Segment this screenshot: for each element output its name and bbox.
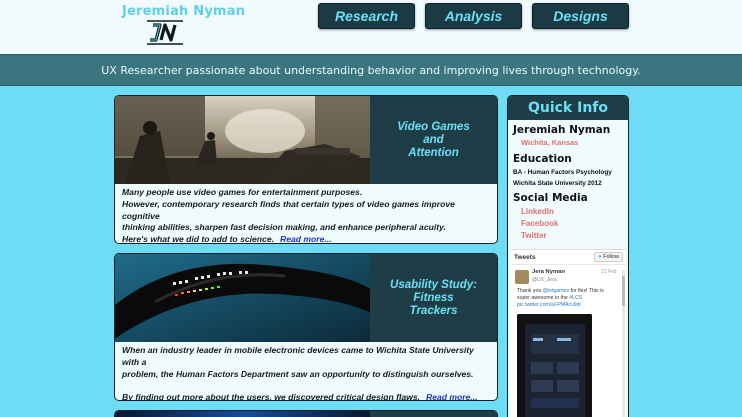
tagline-bar: UX Researcher passionate about understan… [0,54,742,86]
site-header: Jeremiah Nyman Research Analysis Designs [0,0,742,54]
tagline: UX Researcher passionate about understan… [101,63,641,77]
twitter-bird-icon: ● [598,254,602,260]
nav-research-button[interactable]: Research [318,3,415,29]
card-text-line: Here's what we did to add to science. Rea… [122,234,491,244]
linkedin-link[interactable]: LinkedIn [508,207,628,216]
project-card-video-games: Video Games and Attention Many people us… [114,95,498,244]
nav-designs-button[interactable]: Designs [532,3,629,29]
fitness-tracker-image[interactable] [115,254,370,342]
education-heading: Education [513,153,572,165]
quick-info-header: Quick Info [508,96,628,120]
card-text-line: Many people use video games for entertai… [122,187,363,197]
card-text-line: thinking abilities, sharpen fast decisio… [122,222,446,233]
twitter-follow-button[interactable]: ● Follow [594,252,623,262]
card-image-partial[interactable] [115,411,370,417]
read-more-link[interactable]: Read more... [426,392,478,400]
card-text-last: Here's what we did to add to science. [122,234,274,244]
card-title-box: Video Games and Attention [370,96,497,184]
social-media-heading: Social Media [513,192,588,204]
tweet-author-name[interactable]: Jera Nyman [532,269,565,275]
card-title[interactable]: Usability Study: Fitness Trackers [390,279,477,318]
card-text-line: By finding out more about the users, we … [122,392,491,401]
tweets-title: Tweets [514,253,536,261]
twitter-timeline-widget[interactable]: Tweets ● Follow Jera Nyman @UX_Jera 21 F… [511,249,626,417]
facebook-link[interactable]: Facebook [508,219,628,228]
project-card-partial [114,410,498,417]
jn-logo-icon[interactable] [146,19,184,46]
tweet-hashtag-link[interactable]: #LCS [569,295,582,301]
twitter-widget-header: Tweets ● Follow [511,250,626,265]
card-description: When an industry leader in mobile electr… [122,345,491,401]
tweet-date[interactable]: 21 Feb [601,269,617,275]
profile-name: Jeremiah Nyman [513,124,611,136]
follow-label: Follow [603,254,619,260]
tweet-author-handle[interactable]: @UX_Jera [532,277,557,283]
card-title-box: Usability Study: Fitness Trackers [370,254,497,342]
nav-analysis-button[interactable]: Analysis [425,3,522,29]
education-degree: BA - Human Factors Psychology [513,169,612,176]
quick-info-panel: Quick Info Jeremiah Nyman Wichita, Kansa… [507,95,629,417]
profile-location: Wichita, Kansas [521,138,579,147]
card-title[interactable]: Video Games and Attention [397,121,469,160]
video-game-screenshot-image[interactable] [115,96,370,184]
card-text-line: When an industry leader in mobile electr… [122,345,474,367]
tweet-mention-link[interactable]: @iotgames [543,288,569,294]
twitter-link[interactable]: Twitter [508,231,628,240]
tweet-pic-link[interactable]: pic.twitter.com/aFPMAcv9di [517,302,581,308]
project-card-fitness-trackers: Usability Study: Fitness Trackers When a… [114,253,498,401]
card-text-line: However, contemporary research finds tha… [122,198,455,221]
card-text-line: problem, the Human Factors Department sa… [122,368,474,379]
card-title-box [370,411,497,417]
education-school: Wichita State University 2012 [513,180,602,187]
card-text-last: By finding out more about the users, we … [122,392,420,401]
twitter-scrollbar[interactable] [622,270,625,417]
brand-name[interactable]: Jeremiah Nyman [122,4,245,19]
tweet-photo[interactable] [517,314,592,417]
quick-info-title: Quick Info [527,100,609,116]
twitter-scrollbar-thumb[interactable] [622,276,625,306]
read-more-link[interactable]: Read more... [280,234,332,243]
tweet-author-avatar[interactable] [515,270,529,284]
tweet-text: Thank you @iotgames for this! This is su… [517,288,613,309]
tweet-text-part: Thank you [517,288,542,294]
card-description: Many people use video games for entertai… [122,187,491,244]
